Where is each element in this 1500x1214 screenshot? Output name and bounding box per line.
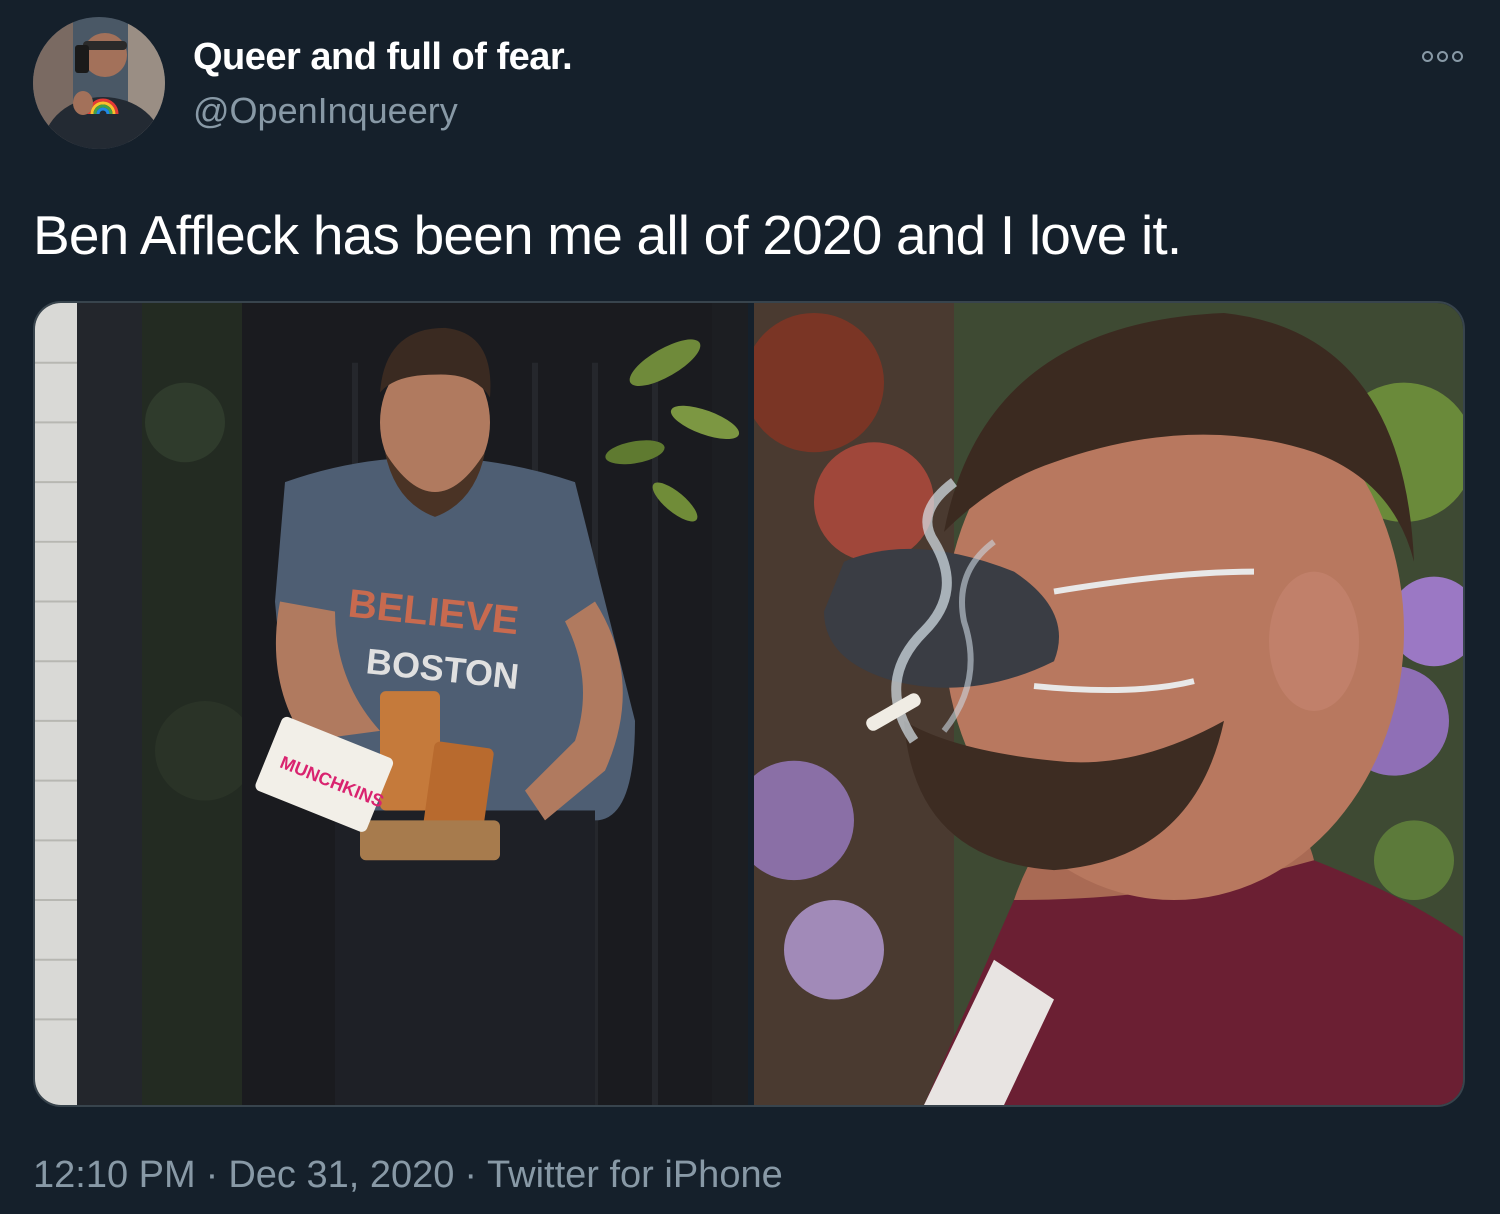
profile-photo [33,17,165,149]
more-options-icon[interactable] [1414,44,1470,68]
dot-icon [1421,50,1433,62]
photo-left-image: BELIEVE BOSTON MUNCHKINS [35,303,748,1105]
avatar[interactable] [33,17,165,149]
tweet-text: Ben Affleck has been me all of 2020 and … [33,204,1182,266]
meta-separator: · [205,1154,219,1196]
dot-icon [1451,50,1463,62]
photo-man-carrying-coffee[interactable]: BELIEVE BOSTON MUNCHKINS [35,303,748,1105]
media-grid: BELIEVE BOSTON MUNCHKINS [33,301,1465,1107]
tweet-date[interactable]: Dec 31, 2020 [228,1154,454,1196]
tweet-time[interactable]: 12:10 PM [33,1154,196,1196]
dot-icon [1436,50,1448,62]
tweet-meta: 12:10 PM · Dec 31, 2020 · Twitter for iPhone [33,1154,783,1197]
author-display-name[interactable]: Queer and full of fear. [193,36,573,79]
photo-man-smoking-in-mask[interactable] [754,303,1463,1105]
author-handle[interactable]: @OpenInqueery [193,90,458,132]
photo-right-image [754,303,1463,1105]
meta-separator: · [464,1154,478,1196]
tweet-source[interactable]: Twitter for iPhone [487,1154,783,1196]
